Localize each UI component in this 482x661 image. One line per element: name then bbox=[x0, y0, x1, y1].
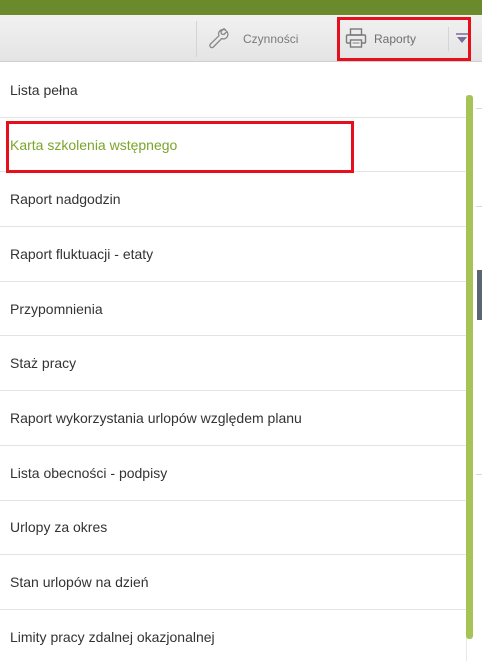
wrench-icon bbox=[206, 26, 230, 53]
dropdown-arrow-icon bbox=[454, 32, 470, 47]
czynnosci-button[interactable]: Czynności bbox=[196, 21, 334, 57]
printer-icon bbox=[345, 27, 367, 52]
menu-item-raport-nadgodzin[interactable]: Raport nadgodzin bbox=[0, 172, 466, 228]
scrollbar[interactable] bbox=[466, 95, 473, 639]
menu-item-stan-urlopow-na-dzien[interactable]: Stan urlopów na dzień bbox=[0, 555, 466, 610]
background-panel-edge bbox=[477, 270, 482, 320]
menu-item-karta-szkolenia-wstepnego[interactable]: Karta szkolenia wstępnego bbox=[0, 118, 466, 173]
raporty-button[interactable]: Raporty bbox=[337, 21, 447, 57]
raporty-menu: Lista pełna Karta szkolenia wstępnego Ra… bbox=[0, 63, 466, 661]
raporty-label: Raporty bbox=[374, 32, 417, 46]
menu-item-staz-pracy[interactable]: Staż pracy bbox=[0, 336, 466, 392]
background-row-divider bbox=[476, 206, 482, 207]
background-row-divider bbox=[476, 108, 482, 109]
top-accent-bar bbox=[0, 0, 482, 15]
czynnosci-label: Czynności bbox=[243, 32, 299, 46]
raporty-dropdown-button[interactable] bbox=[448, 21, 476, 57]
toolbar: Czynności Raporty bbox=[0, 15, 482, 62]
menu-item-urlopy-za-okres[interactable]: Urlopy za okres bbox=[0, 501, 466, 556]
menu-item-raport-wykorzystania-urlopow[interactable]: Raport wykorzystania urlopów względem pl… bbox=[0, 391, 466, 446]
menu-item-lista-pelna[interactable]: Lista pełna bbox=[0, 63, 466, 118]
menu-item-limity-pracy-zdalnej[interactable]: Limity pracy zdalnej okazjonalnej bbox=[0, 610, 466, 661]
menu-item-przypomnienia[interactable]: Przypomnienia bbox=[0, 282, 466, 337]
menu-item-lista-obecnosci-podpisy[interactable]: Lista obecności - podpisy bbox=[0, 446, 466, 501]
menu-item-raport-fluktuacji-etaty[interactable]: Raport fluktuacji - etaty bbox=[0, 227, 466, 282]
background-row-divider bbox=[476, 474, 482, 475]
